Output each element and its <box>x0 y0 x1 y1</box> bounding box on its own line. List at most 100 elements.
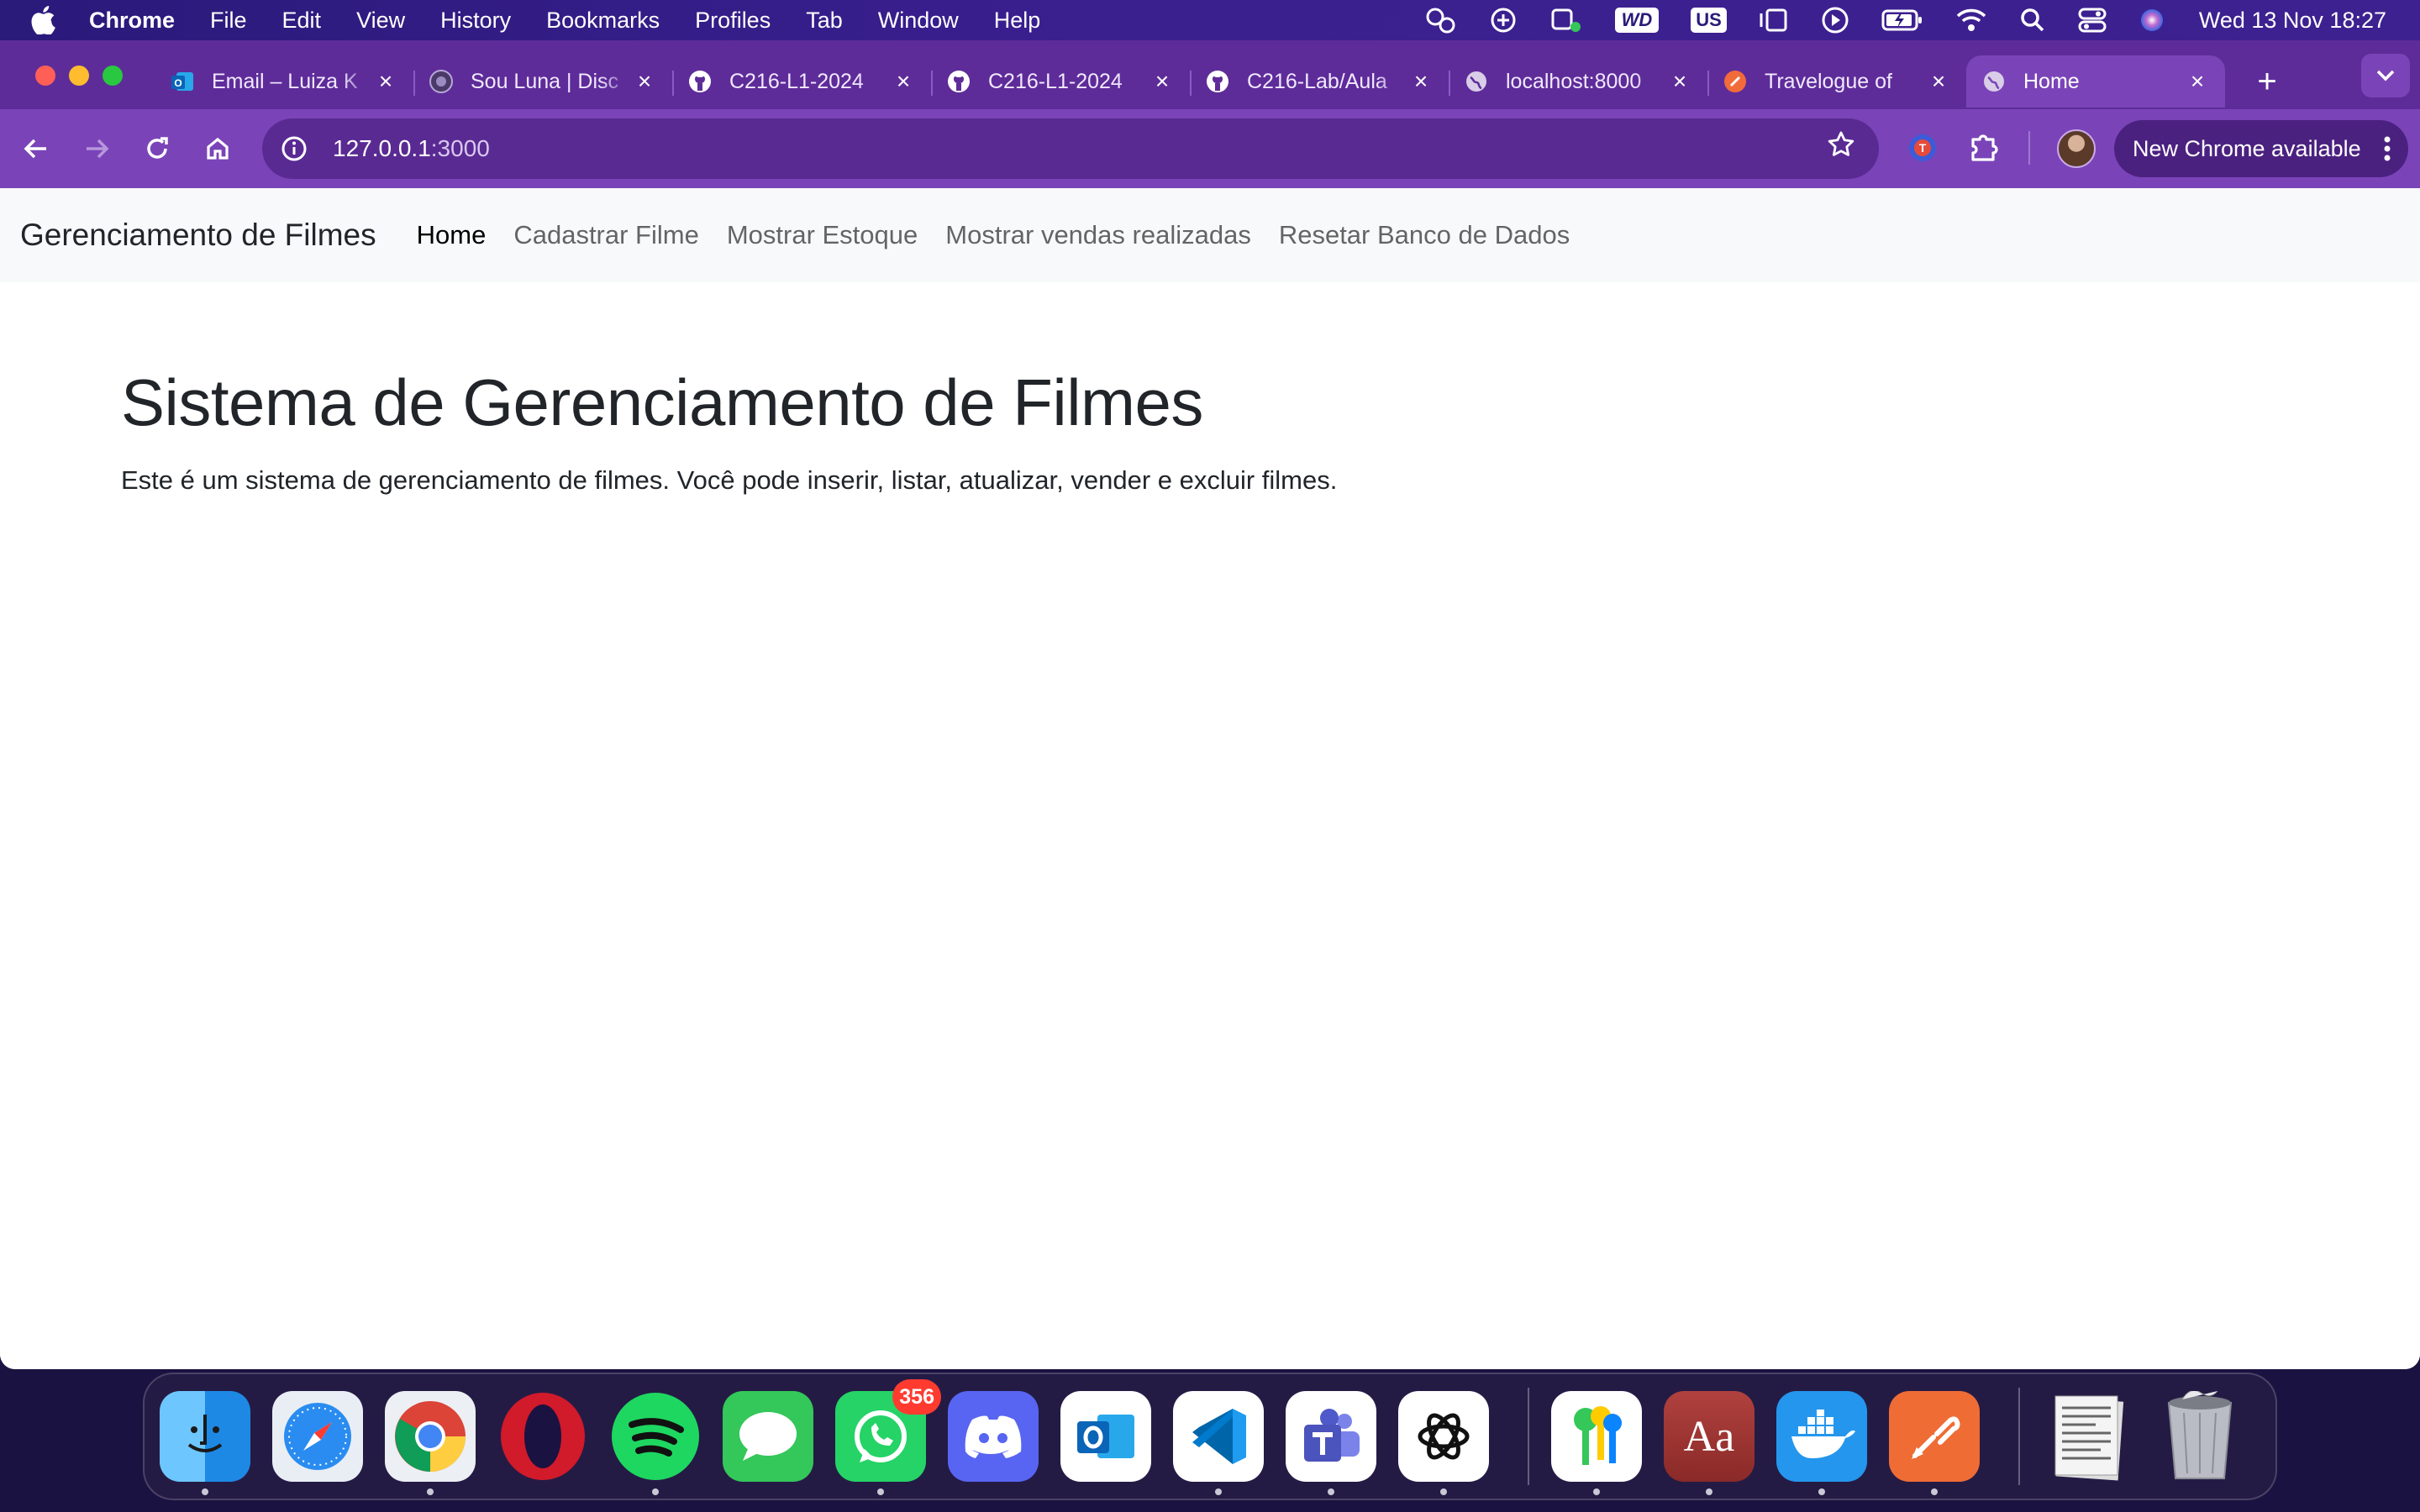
chatgpt-app-icon[interactable] <box>1398 1391 1489 1495</box>
globe-icon <box>1464 69 1489 94</box>
reload-icon[interactable] <box>134 126 180 171</box>
tab-title: C216-L1-2024 <box>729 69 864 93</box>
spotify-icon[interactable] <box>610 1391 701 1495</box>
home-icon[interactable] <box>195 126 240 171</box>
window-close-button[interactable] <box>35 66 55 86</box>
running-indicator <box>1593 1488 1600 1495</box>
whatsapp-unread-badge: 356 <box>892 1379 941 1415</box>
vscode-icon[interactable] <box>1173 1391 1264 1495</box>
window-minimize-button[interactable] <box>69 66 89 86</box>
tab-close-icon[interactable]: × <box>1667 68 1692 94</box>
tab-travelogue[interactable]: Travelogue of × <box>1707 55 1966 108</box>
menu-edit[interactable]: Edit <box>282 8 322 34</box>
wifi-icon[interactable] <box>1955 5 1987 35</box>
messages-icon[interactable] <box>723 1391 813 1482</box>
tab-github-2[interactable]: C216-L1-2024 × <box>931 55 1190 108</box>
bookmark-star-icon[interactable] <box>1827 130 1855 163</box>
navbar-brand[interactable]: Gerenciamento de Filmes <box>20 218 376 253</box>
chatgpt-icon[interactable] <box>1489 5 1518 35</box>
menu-profiles[interactable]: Profiles <box>695 8 771 34</box>
weather-icon[interactable] <box>1423 5 1457 35</box>
new-tab-button[interactable]: + <box>2242 55 2292 108</box>
menu-history[interactable]: History <box>440 8 511 34</box>
postman-icon[interactable] <box>1889 1391 1980 1495</box>
tab-sou-luna[interactable]: Sou Luna | Disc × <box>413 55 672 108</box>
macos-menubar: Chrome File Edit View History Bookmarks … <box>0 0 2420 40</box>
running-indicator <box>877 1488 884 1495</box>
spotlight-search-icon[interactable] <box>2019 5 2046 35</box>
address-bar[interactable]: 127.0.0.1:3000 <box>262 118 1879 179</box>
back-icon[interactable] <box>13 126 59 171</box>
trash-icon[interactable] <box>2154 1391 2245 1482</box>
tab-search-button[interactable] <box>2361 54 2410 97</box>
forward-icon[interactable] <box>74 126 119 171</box>
tab-github-1[interactable]: C216-L1-2024 × <box>672 55 931 108</box>
tab-close-icon[interactable]: × <box>1926 68 1951 94</box>
tab-close-icon[interactable]: × <box>1408 68 1434 94</box>
nav-link-cadastrar-filme[interactable]: Cadastrar Filme <box>513 220 699 250</box>
running-indicator <box>1706 1488 1712 1495</box>
more-menu-icon[interactable] <box>2383 135 2391 168</box>
tab-title: C216-Lab/Aula <box>1247 69 1387 93</box>
nav-link-mostrar-estoque[interactable]: Mostrar Estoque <box>727 220 918 250</box>
whatsapp-icon[interactable]: 356 <box>835 1379 941 1495</box>
menu-window[interactable]: Window <box>878 8 959 34</box>
running-indicator <box>1215 1488 1222 1495</box>
docker-icon[interactable] <box>1776 1391 1867 1495</box>
tab-title: Email – Luiza K <box>212 69 358 93</box>
running-indicator <box>427 1488 434 1495</box>
extension-icon[interactable]: T <box>1901 126 1944 174</box>
outlook-icon: O <box>170 69 195 94</box>
battery-icon[interactable] <box>1881 5 1923 35</box>
menu-tab[interactable]: Tab <box>806 8 843 34</box>
passwords-icon[interactable] <box>1551 1391 1642 1495</box>
nav-link-home[interactable]: Home <box>417 220 487 250</box>
dictionary-icon[interactable]: Aa <box>1664 1391 1754 1495</box>
dock-divider <box>1528 1388 1529 1485</box>
nav-link-resetar-banco[interactable]: Resetar Banco de Dados <box>1279 220 1570 250</box>
outlook-app-icon[interactable] <box>1060 1391 1151 1482</box>
input-source-icon[interactable]: US <box>1691 5 1727 35</box>
menu-file[interactable]: File <box>210 8 247 34</box>
tab-localhost[interactable]: localhost:8000 × <box>1449 55 1707 108</box>
discord-icon[interactable] <box>948 1391 1039 1482</box>
new-chrome-available-button[interactable]: New Chrome available <box>2114 120 2408 177</box>
browser-toolbar: 127.0.0.1:3000 T New Chrome available <box>0 109 2420 188</box>
nav-link-mostrar-vendas[interactable]: Mostrar vendas realizadas <box>945 220 1251 250</box>
window-zoom-button[interactable] <box>103 66 123 86</box>
tab-github-3[interactable]: C216-Lab/Aula × <box>1190 55 1449 108</box>
tab-close-icon[interactable]: × <box>2185 68 2210 94</box>
chrome-icon[interactable] <box>385 1391 476 1495</box>
safari-icon[interactable] <box>272 1391 363 1482</box>
tab-close-icon[interactable]: × <box>891 68 916 94</box>
address-url: 127.0.0.1:3000 <box>333 135 490 161</box>
menu-bookmarks[interactable]: Bookmarks <box>546 8 660 34</box>
apple-icon[interactable] <box>30 6 64 34</box>
site-info-icon[interactable] <box>276 130 313 167</box>
tab-close-icon[interactable]: × <box>1150 68 1175 94</box>
home-hero: Sistema de Gerenciamento de Filmes Este … <box>0 282 2420 496</box>
tab-close-icon[interactable]: × <box>632 68 657 94</box>
play-icon[interactable] <box>1821 5 1849 35</box>
github-icon <box>1205 69 1230 94</box>
finder-icon[interactable] <box>160 1391 250 1495</box>
profile-avatar[interactable] <box>2057 129 2096 168</box>
control-center-icon[interactable] <box>2078 5 2107 35</box>
tab-email[interactable]: O Email – Luiza K × <box>155 55 413 108</box>
menubar-clock[interactable]: Wed 13 Nov 18:27 <box>2199 8 2386 34</box>
menu-app-name[interactable]: Chrome <box>89 8 175 34</box>
globe-icon <box>1981 69 2007 94</box>
document-stack-icon[interactable] <box>2042 1391 2133 1482</box>
tab-close-icon[interactable]: × <box>373 68 398 94</box>
web-page: Gerenciamento de Filmes Home Cadastrar F… <box>0 188 2420 1369</box>
teams-icon[interactable] <box>1286 1391 1376 1495</box>
tab-home[interactable]: Home × <box>1966 55 2225 108</box>
stage-manager-icon[interactable] <box>1759 5 1789 35</box>
extensions-puzzle-icon[interactable] <box>1963 126 2007 174</box>
menu-help[interactable]: Help <box>994 8 1041 34</box>
siri-icon[interactable] <box>2139 5 2165 35</box>
wd-drive-icon[interactable]: WD <box>1614 5 1660 35</box>
opera-icon[interactable] <box>497 1391 588 1482</box>
menu-view[interactable]: View <box>356 8 405 34</box>
teams-status-icon[interactable] <box>1549 5 1583 35</box>
